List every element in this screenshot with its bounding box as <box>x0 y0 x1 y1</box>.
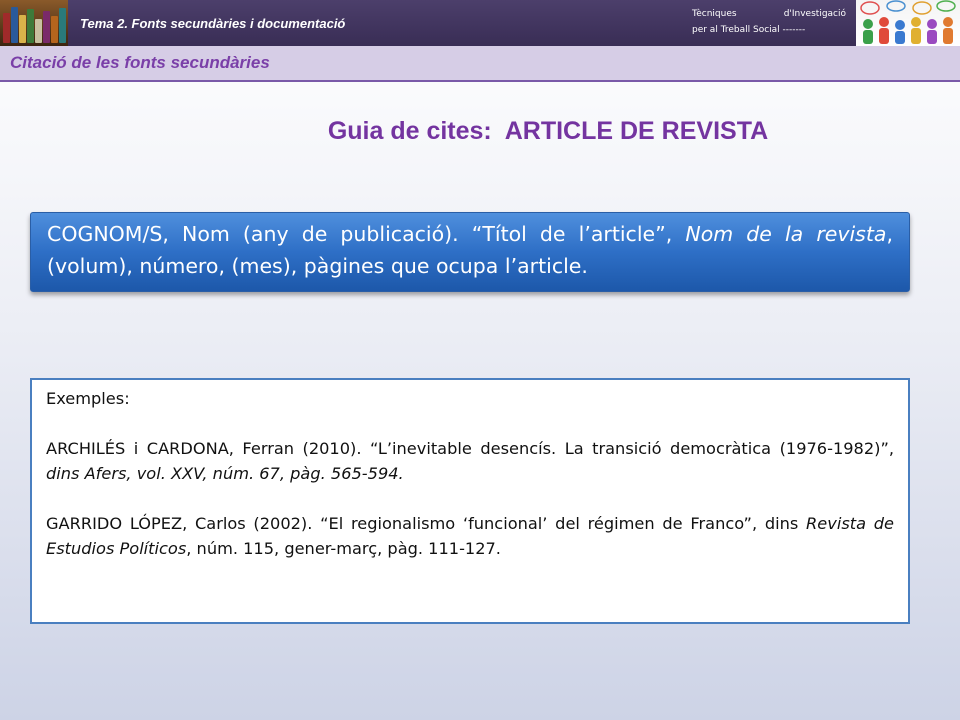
book-spine <box>27 9 34 43</box>
example-2: GARRIDO LÓPEZ, Carlos (2002). “El region… <box>46 511 894 561</box>
format-text-part1: COGNOM/S, Nom (any de publicació). “Títo… <box>47 222 686 246</box>
citation-format-box: COGNOM/S, Nom (any de publicació). “Títo… <box>30 212 910 292</box>
header-bar: Tema 2. Fonts secundàries i documentació… <box>0 0 960 46</box>
book-spine <box>59 8 66 43</box>
header-title: Tema 2. Fonts secundàries i documentació <box>80 16 346 31</box>
page-title-part2: ARTICLE DE REVISTA <box>504 117 769 145</box>
course-line1-a: Tècniques <box>692 9 737 19</box>
page-title-part1: Guia de cites: <box>327 117 492 145</box>
book-spine <box>43 11 50 43</box>
books-image <box>0 0 68 46</box>
course-line2: per al Treball Social ------- <box>692 25 806 35</box>
course-name: Tècniques d'Investigació per al Treball … <box>692 6 846 38</box>
example-1-text: ARCHILÉS i CARDONA, Ferran (2010). “L’in… <box>46 439 894 458</box>
example-2-text: GARRIDO LÓPEZ, Carlos (2002). “El region… <box>46 514 807 533</box>
examples-heading: Exemples: <box>46 389 130 408</box>
course-line1-b: d'Investigació <box>783 9 846 19</box>
people-icon <box>860 0 956 44</box>
people-speech-bubbles-image <box>856 0 960 46</box>
book-spine <box>19 15 26 43</box>
format-journal-name: Nom de la revista <box>685 222 887 246</box>
section-title: Citació de les fonts secundàries <box>10 53 270 72</box>
page-title: Guia de cites: ARTICLE DE REVISTA <box>0 117 960 146</box>
examples-box: Exemples: ARCHILÉS i CARDONA, Ferran (20… <box>30 378 910 624</box>
example-1: ARCHILÉS i CARDONA, Ferran (2010). “L’in… <box>46 436 894 486</box>
book-spine <box>51 16 58 43</box>
example-2-details: , núm. 115, gener-març, pàg. 111-127. <box>186 539 501 558</box>
example-1-source: dins Afers, vol. XXV, núm. 67, pàg. 565-… <box>46 464 404 483</box>
book-spine <box>11 7 18 43</box>
book-spine <box>35 19 42 43</box>
section-bar: Citació de les fonts secundàries <box>0 46 960 82</box>
book-spine <box>3 13 10 43</box>
